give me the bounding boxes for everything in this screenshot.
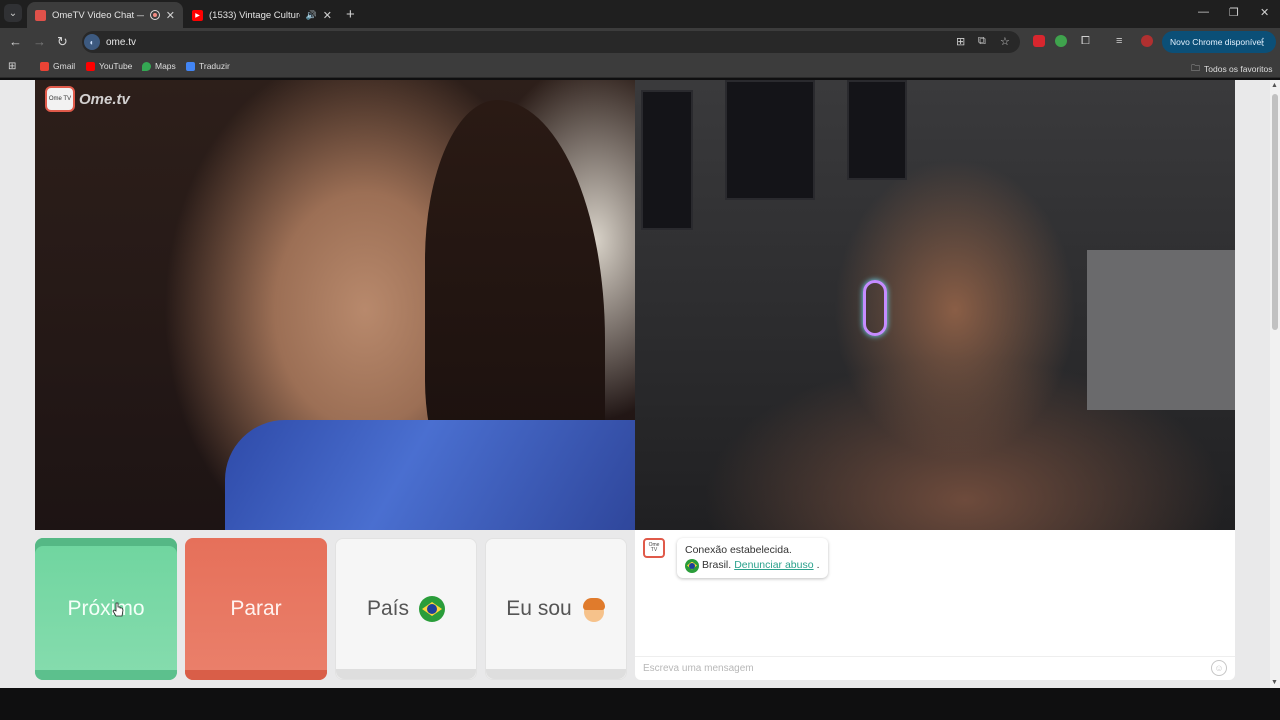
brazil-flag-icon bbox=[419, 596, 446, 622]
extension-red-icon[interactable] bbox=[1033, 35, 1045, 47]
install-app-icon[interactable]: ⧉ bbox=[978, 35, 986, 48]
extensions-puzzle-icon[interactable]: ⧠ bbox=[1081, 35, 1090, 48]
logo-text: Ome.tv bbox=[79, 90, 130, 108]
apps-grid-icon[interactable]: ⊞ bbox=[8, 61, 16, 72]
chrome-update-button[interactable]: Novo Chrome disponível ⋮ bbox=[1162, 31, 1276, 53]
report-abuse-link[interactable]: Denunciar abuso bbox=[734, 558, 813, 573]
stop-button[interactable]: Parar bbox=[185, 538, 327, 680]
all-bookmarks[interactable]: 🗀 Todos os favoritos bbox=[1191, 61, 1273, 77]
address-url: ome.tv bbox=[106, 36, 137, 48]
gender-button[interactable]: Eu sou bbox=[485, 538, 627, 680]
scrollbar-thumb[interactable] bbox=[1272, 94, 1278, 330]
folder-icon: 🗀 bbox=[1191, 63, 1201, 73]
country-label: País bbox=[366, 597, 410, 620]
bookmark-translate[interactable]: Traduzir bbox=[186, 61, 230, 71]
stop-label: Parar bbox=[230, 597, 282, 620]
minimize-icon[interactable]: — bbox=[1198, 6, 1209, 18]
tab-title: OmeTV Video Chat — Ome bbox=[52, 9, 144, 21]
translate-icon[interactable]: ⊞ bbox=[956, 35, 965, 48]
video-figure bbox=[225, 420, 635, 530]
address-bar[interactable]: ◐ ome.tv ⊞ ⧉ ☆ bbox=[82, 31, 1020, 53]
hand-cursor-icon bbox=[112, 602, 124, 617]
emoji-picker-icon[interactable]: ☺ bbox=[1211, 660, 1227, 676]
youtube-favicon: ▶ bbox=[192, 9, 203, 21]
gmail-icon bbox=[40, 61, 49, 71]
message-input[interactable]: Escreva uma mensagem bbox=[635, 656, 1235, 680]
back-icon[interactable]: ← bbox=[9, 34, 22, 49]
profile-avatar-icon[interactable] bbox=[1141, 35, 1153, 47]
bookmark-label: YouTube bbox=[99, 61, 133, 71]
restore-icon[interactable]: ❐ bbox=[1229, 6, 1239, 19]
forward-icon[interactable]: → bbox=[33, 34, 46, 49]
bookmark-maps[interactable]: Maps bbox=[142, 61, 176, 71]
maps-icon bbox=[142, 61, 151, 71]
bookmark-label: Maps bbox=[155, 61, 176, 71]
translate-icon bbox=[186, 61, 195, 71]
bookmark-label: Traduzir bbox=[199, 61, 230, 71]
wall-poster bbox=[847, 80, 907, 180]
close-tab-icon[interactable]: ✕ bbox=[166, 9, 175, 22]
wall-poster bbox=[725, 80, 815, 200]
bookmark-label: Gmail bbox=[53, 61, 76, 71]
bookmark-gmail[interactable]: Gmail bbox=[40, 61, 75, 71]
next-button[interactable]: Próximo bbox=[35, 538, 177, 680]
bookmark-star-icon[interactable]: ☆ bbox=[1000, 35, 1010, 48]
stranger-country: Brasil. bbox=[702, 559, 732, 571]
next-label: Próximo bbox=[67, 597, 145, 620]
tab-youtube[interactable]: ▶ (1533) Vintage Culture, Roo 🔊 ✕ bbox=[184, 2, 340, 28]
system-message: Conexão estabelecida. Brasil. Denunciar … bbox=[677, 538, 828, 578]
extension-green-icon[interactable] bbox=[1055, 35, 1067, 47]
update-label: Novo Chrome disponível bbox=[1170, 37, 1264, 47]
headset-light bbox=[863, 280, 887, 336]
tab-title: (1533) Vintage Culture, Roo bbox=[209, 9, 300, 21]
close-window-icon[interactable]: ✕ bbox=[1260, 6, 1269, 19]
audio-playing-icon[interactable]: 🔊 bbox=[306, 10, 317, 21]
connection-status: Conexão estabelecida. bbox=[685, 544, 792, 556]
new-tab-button[interactable]: + bbox=[346, 6, 355, 23]
message-placeholder: Escreva uma mensagem bbox=[643, 663, 754, 674]
more-menu-icon[interactable]: ⋮ bbox=[1258, 37, 1268, 48]
browser-toolbar: ← → ↻ ◐ ome.tv ⊞ ⧉ ☆ ⧠ ≡ Novo Chrome dis… bbox=[0, 28, 1280, 56]
close-tab-icon[interactable]: ✕ bbox=[323, 9, 332, 22]
bookmark-youtube[interactable]: YouTube bbox=[86, 61, 132, 71]
country-button[interactable]: País bbox=[335, 538, 477, 680]
scroll-up-icon[interactable]: ▲ bbox=[1271, 82, 1278, 89]
brazil-flag-icon bbox=[685, 558, 699, 573]
stranger-video bbox=[35, 80, 635, 530]
reload-icon[interactable]: ↻ bbox=[57, 34, 68, 50]
scroll-down-icon[interactable]: ▼ bbox=[1271, 679, 1278, 686]
ometv-logo[interactable]: Ome TV Ome.tv bbox=[45, 86, 130, 112]
ometv-chat-avatar: Ome TV bbox=[643, 538, 665, 558]
chat-panel: Ome TV Conexão estabelecida. Brasil. Den… bbox=[635, 530, 1235, 680]
site-info-icon[interactable]: ◐ bbox=[84, 34, 100, 50]
self-video bbox=[635, 80, 1235, 530]
ometv-favicon bbox=[35, 9, 46, 21]
boy-emoji-icon bbox=[582, 596, 606, 622]
report-suffix: . bbox=[816, 559, 820, 571]
recording-icon bbox=[149, 10, 160, 20]
tab-strip: ⌄ OmeTV Video Chat — Ome ✕ ▶ (1533) Vint… bbox=[0, 0, 1280, 28]
youtube-icon bbox=[86, 61, 95, 71]
wall-panel bbox=[1087, 250, 1235, 410]
logo-badge: Ome TV bbox=[45, 86, 75, 112]
all-bookmarks-label: Todos os favoritos bbox=[1204, 64, 1273, 74]
media-controls-icon[interactable]: ≡ bbox=[1116, 35, 1122, 47]
gender-label: Eu sou bbox=[506, 597, 572, 620]
tab-search-button[interactable]: ⌄ bbox=[4, 4, 22, 22]
tab-ometv[interactable]: OmeTV Video Chat — Ome ✕ bbox=[27, 2, 183, 28]
wall-poster bbox=[641, 90, 693, 230]
bookmarks-bar: ⊞ Gmail YouTube Maps Traduzir 🗀 Todos os… bbox=[0, 56, 1280, 78]
taskbar-strip bbox=[0, 688, 1280, 720]
page-scrollbar[interactable]: ▲ ▼ bbox=[1270, 80, 1280, 688]
